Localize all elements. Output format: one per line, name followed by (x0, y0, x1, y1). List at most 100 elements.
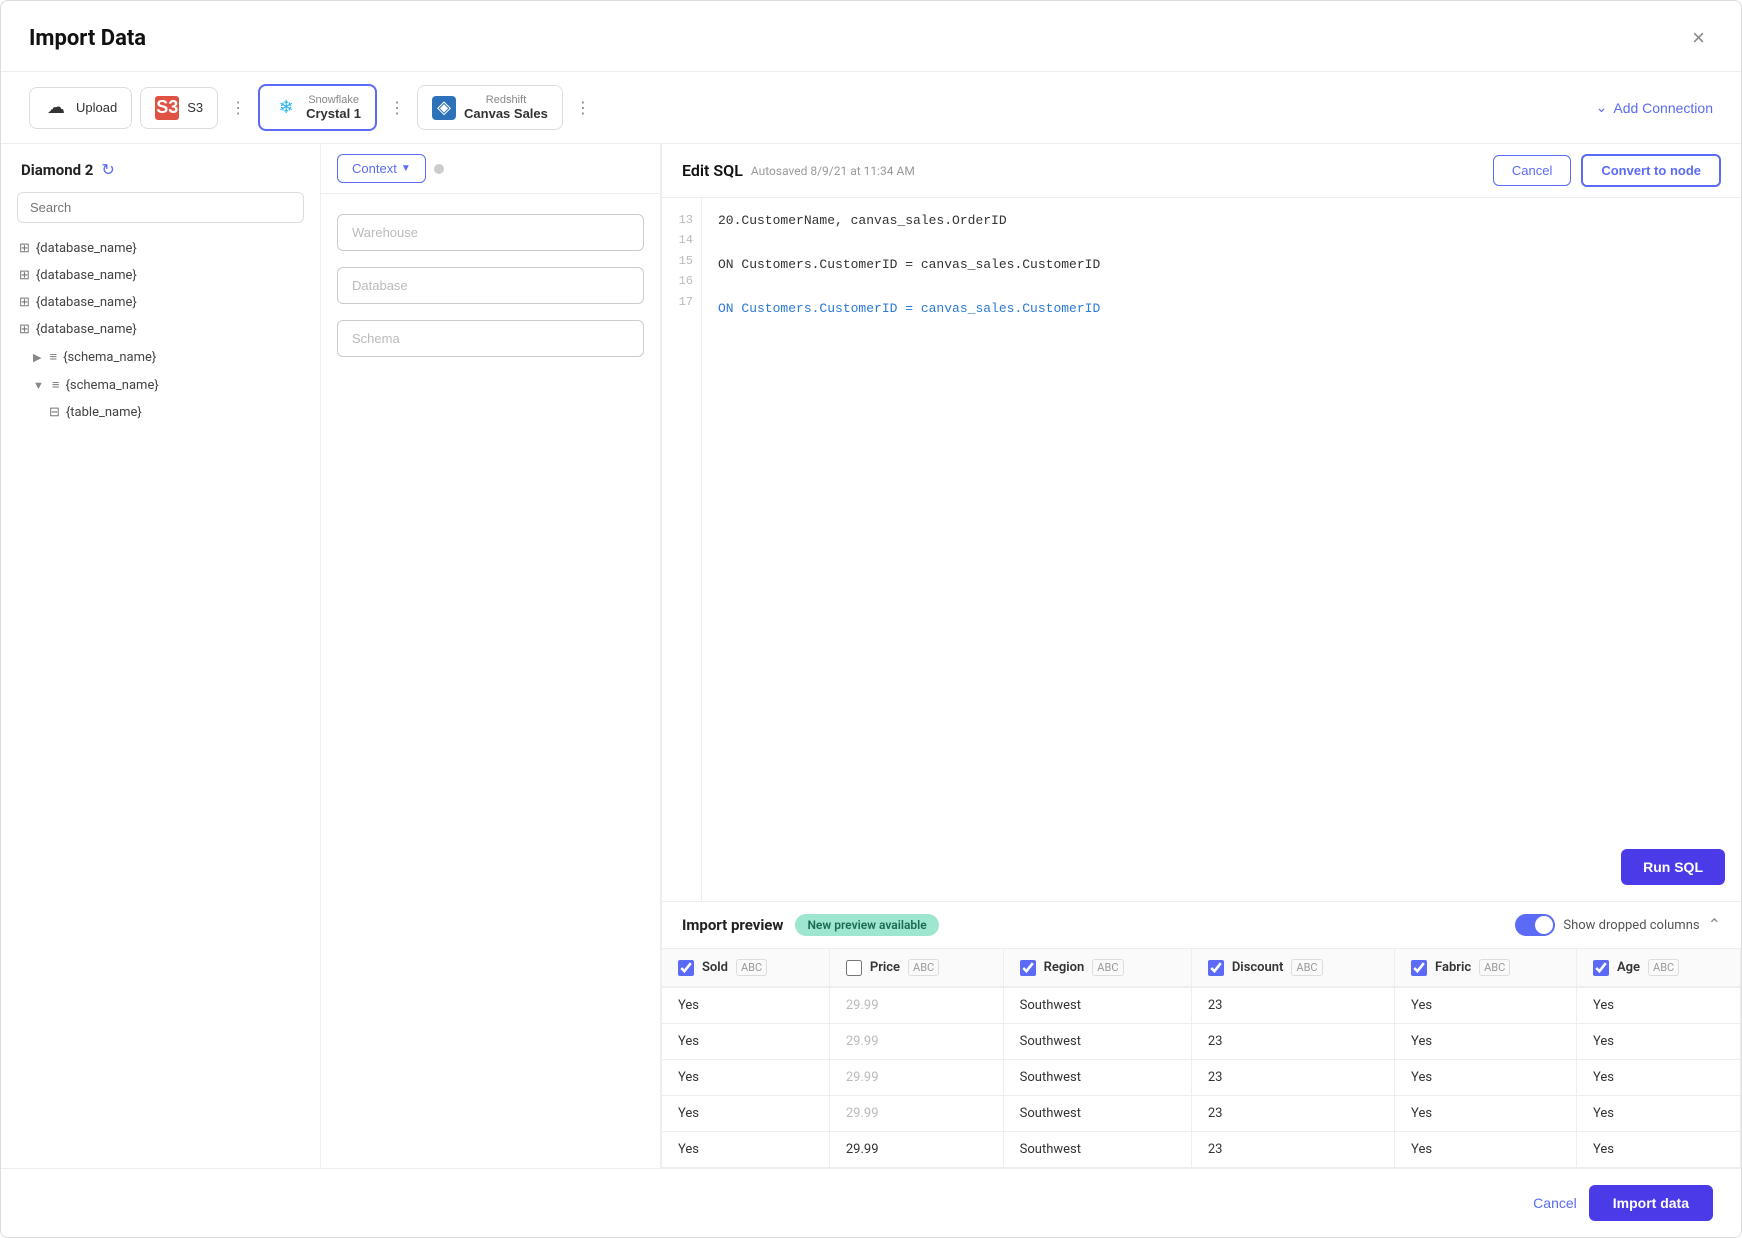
code-line (718, 276, 1725, 298)
col-discount-checkbox[interactable] (1208, 960, 1224, 976)
database-icon: ⊞ (19, 295, 30, 310)
schema-icon: ≡ (49, 349, 57, 365)
col-age-checkbox[interactable] (1593, 960, 1609, 976)
sql-actions: Cancel Convert to node (1493, 154, 1721, 187)
cell-price: 29.99 (829, 1024, 1003, 1060)
col-sold-label: Sold (702, 960, 728, 975)
modal-footer: Cancel Import data (1, 1168, 1741, 1237)
editor-cancel-button[interactable]: Cancel (1493, 155, 1571, 186)
sidebar-header: Diamond 2 ↻ (1, 160, 320, 192)
cell-fabric: Yes (1395, 1024, 1577, 1060)
redshift-tab[interactable]: ◈ Redshift Canvas Sales (417, 85, 563, 130)
s3-tab[interactable]: S3 S3 (140, 87, 218, 129)
col-fabric: Fabric ABC (1395, 949, 1577, 987)
cell-sold: Yes (662, 1096, 829, 1132)
col-discount-type: ABC (1291, 959, 1322, 976)
tree-item-label: {database_name} (36, 322, 137, 337)
dot-tab[interactable] (434, 164, 444, 174)
collapse-button[interactable]: ⌃ (1708, 915, 1721, 935)
list-item[interactable]: ⊞ {database_name} (9, 262, 312, 289)
cell-price: 29.99 (829, 987, 1003, 1024)
database-icon: ⊞ (19, 241, 30, 256)
preview-controls: Show dropped columns ⌃ (1515, 914, 1721, 936)
code-line: 20.CustomerName, canvas_sales.OrderID (718, 210, 1725, 232)
list-item[interactable]: ⊞ {database_name} (9, 316, 312, 343)
redshift-label: Redshift Canvas Sales (464, 94, 548, 121)
schema-input[interactable] (337, 320, 644, 357)
convert-to-node-button[interactable]: Convert to node (1581, 154, 1721, 187)
s3-more-button[interactable]: ⋮ (226, 98, 250, 118)
cell-fabric: Yes (1395, 987, 1577, 1024)
tree-items: ⊞ {database_name} ⊞ {database_name} ⊞ {d… (1, 235, 320, 1152)
list-item[interactable]: ▼ ≡ {schema_name} (9, 371, 312, 399)
preview-header: Import preview New preview available Sho… (662, 902, 1741, 949)
col-region: Region ABC (1003, 949, 1191, 987)
database-field (337, 267, 644, 304)
cell-sold: Yes (662, 1060, 829, 1096)
tree-item-label: {table_name} (66, 405, 142, 420)
snowflake-icon: ❄ (274, 96, 298, 120)
col-price-checkbox[interactable] (846, 960, 862, 976)
table-row: Yes 29.99 Southwest 23 Yes Yes (662, 987, 1741, 1024)
snowflake-tab[interactable]: ❄ Snowflake Crystal 1 (258, 84, 377, 131)
cell-discount: 23 (1191, 987, 1394, 1024)
sql-code-area: 13 14 15 16 17 20.CustomerName, canvas_s… (662, 198, 1741, 901)
code-content[interactable]: 20.CustomerName, canvas_sales.OrderID ON… (702, 198, 1741, 901)
list-item[interactable]: ▶ ≡ {schema_name} (9, 343, 312, 371)
preview-table: Sold ABC Price ABC (662, 949, 1741, 1168)
cell-region: Southwest (1003, 1060, 1191, 1096)
col-region-type: ABC (1092, 959, 1123, 976)
s3-icon: S3 (155, 96, 179, 120)
upload-label: Upload (76, 100, 117, 115)
context-header: Context ▼ (321, 144, 660, 194)
redshift-more-button[interactable]: ⋮ (571, 98, 595, 118)
sidebar-title: Diamond 2 (21, 161, 93, 179)
modal-header: Import Data × (1, 1, 1741, 72)
database-input[interactable] (337, 267, 644, 304)
cell-price: 29.99 (829, 1132, 1003, 1168)
context-tab-label: Context (352, 161, 397, 176)
cell-fabric: Yes (1395, 1132, 1577, 1168)
add-connection-icon: ⌄ (1596, 99, 1608, 116)
code-line: ON Customers.CustomerID = canvas_sales.C… (718, 298, 1725, 320)
col-sold-checkbox[interactable] (678, 960, 694, 976)
list-item[interactable]: ⊞ {database_name} (9, 235, 312, 262)
table-icon: ⊟ (49, 405, 60, 420)
list-item[interactable]: ⊞ {database_name} (9, 289, 312, 316)
search-input[interactable] (17, 192, 304, 223)
list-item[interactable]: ⊟ {table_name} (9, 399, 312, 426)
upload-tab[interactable]: ☁ Upload (29, 87, 132, 129)
cell-region: Southwest (1003, 1132, 1191, 1168)
context-tab[interactable]: Context ▼ (337, 154, 426, 183)
col-age-type: ABC (1648, 959, 1679, 976)
sidebar: Diamond 2 ↻ ⊞ {database_name} ⊞ {databas… (1, 144, 321, 1168)
col-fabric-checkbox[interactable] (1411, 960, 1427, 976)
snowflake-label: Snowflake Crystal 1 (306, 94, 361, 121)
cell-age: Yes (1576, 1060, 1740, 1096)
snowflake-more-button[interactable]: ⋮ (385, 98, 409, 118)
cell-fabric: Yes (1395, 1096, 1577, 1132)
col-price-label: Price (870, 960, 900, 975)
show-dropped-toggle[interactable] (1515, 914, 1555, 936)
footer-cancel-button[interactable]: Cancel (1533, 1195, 1577, 1211)
import-data-button[interactable]: Import data (1589, 1185, 1713, 1221)
close-button[interactable]: × (1684, 21, 1713, 55)
tree-item-label: {database_name} (36, 295, 137, 310)
cell-region: Southwest (1003, 987, 1191, 1024)
table-header-row: Sold ABC Price ABC (662, 949, 1741, 987)
refresh-button[interactable]: ↻ (101, 160, 114, 180)
s3-label: S3 (187, 100, 203, 115)
add-connection-button[interactable]: ⌄ Add Connection (1596, 99, 1713, 116)
tree-item-label: {database_name} (36, 268, 137, 283)
cell-discount: 23 (1191, 1060, 1394, 1096)
preview-table-body: Yes 29.99 Southwest 23 Yes Yes Yes 29.99… (662, 987, 1741, 1168)
cell-sold: Yes (662, 1024, 829, 1060)
tree-item-label: {schema_name} (65, 378, 158, 393)
cell-age: Yes (1576, 1132, 1740, 1168)
col-sold: Sold ABC (662, 949, 829, 987)
col-discount-label: Discount (1232, 960, 1284, 975)
run-sql-button[interactable]: Run SQL (1621, 849, 1725, 885)
col-region-checkbox[interactable] (1020, 960, 1036, 976)
warehouse-input[interactable] (337, 214, 644, 251)
database-icon: ⊞ (19, 268, 30, 283)
